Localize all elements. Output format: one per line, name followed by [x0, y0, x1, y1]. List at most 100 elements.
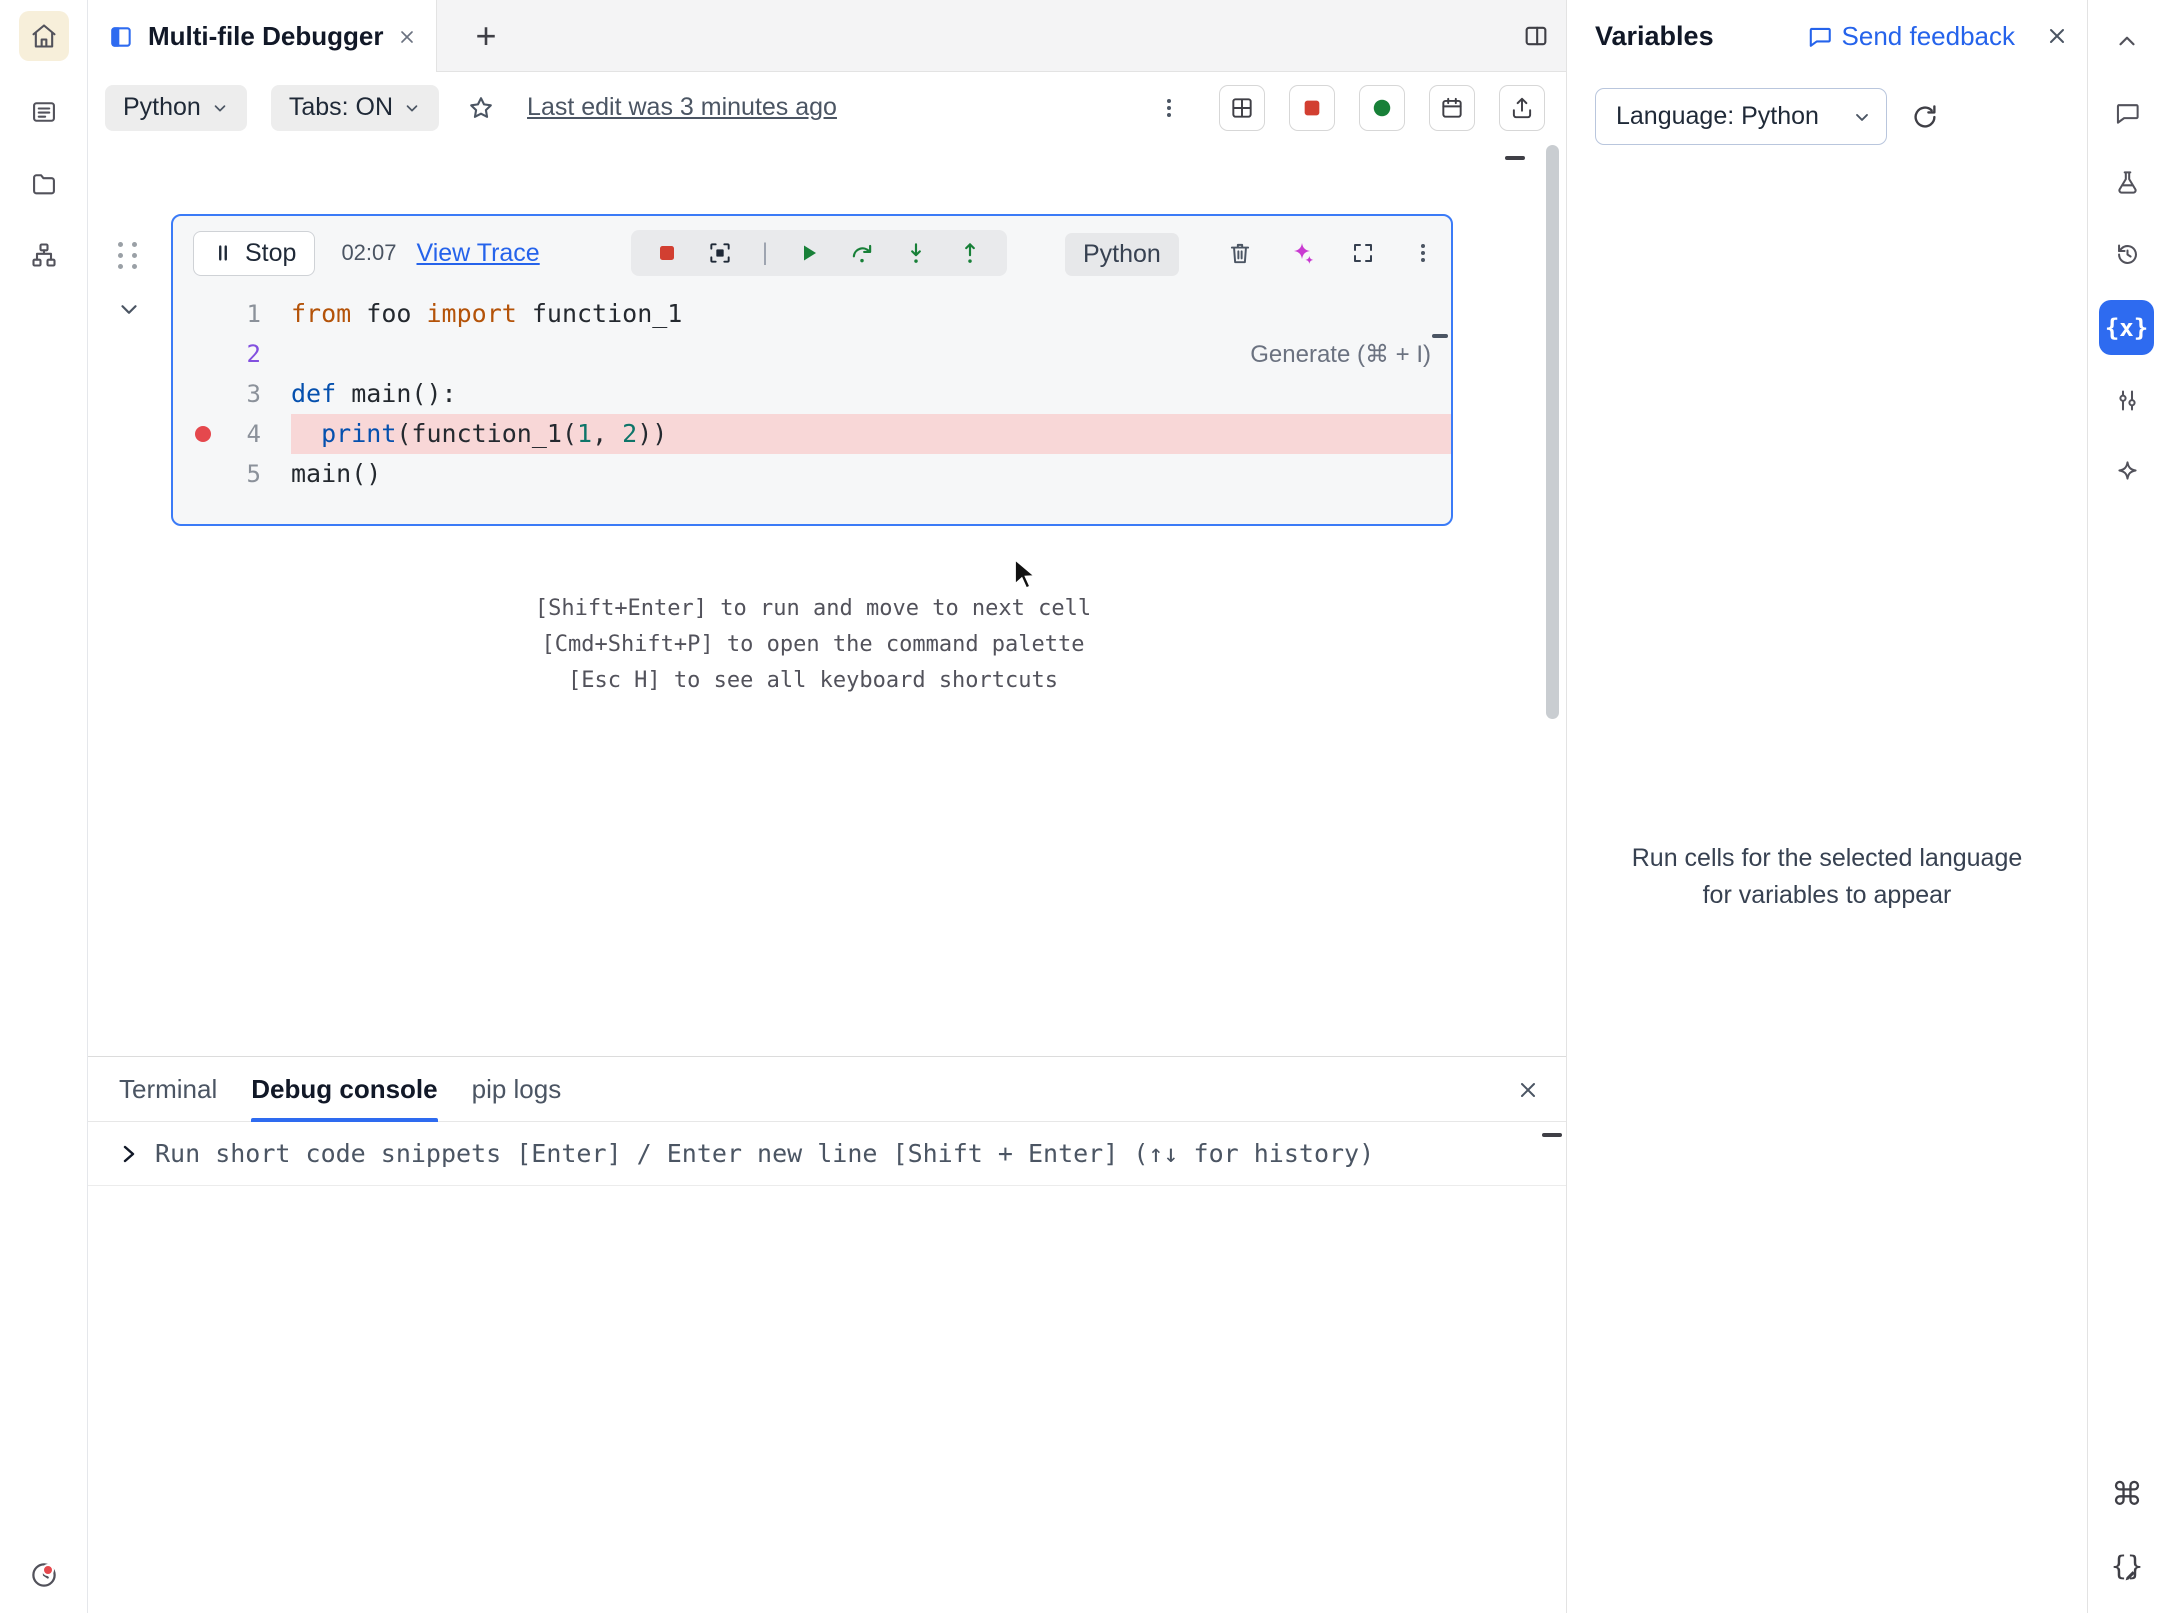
stop-kernel-button[interactable] — [1289, 85, 1335, 131]
vertical-scrollbar[interactable] — [1546, 145, 1559, 719]
grid-icon — [1229, 95, 1255, 121]
notebook-list-button[interactable] — [22, 90, 66, 134]
code-line[interactable]: 4 print(function_1(1, 2)) — [173, 414, 1451, 454]
new-tab-button[interactable]: + — [460, 0, 512, 72]
ai-assistant-button[interactable] — [2103, 448, 2151, 496]
integrations-button[interactable] — [22, 233, 66, 277]
fullscreen-icon[interactable] — [1351, 241, 1375, 265]
collapse-panel-button[interactable] — [2103, 17, 2151, 65]
tab-close-icon[interactable] — [397, 27, 417, 47]
console-scrollbar-dash[interactable] — [1542, 1133, 1562, 1137]
comments-button[interactable] — [2103, 88, 2151, 136]
last-edit-link[interactable]: Last edit was 3 minutes ago — [527, 93, 837, 122]
notification-dot — [42, 1564, 54, 1576]
notebook-icon — [108, 24, 134, 50]
share-button[interactable] — [1499, 85, 1545, 131]
hint-line: [Cmd+Shift+P] to open the command palett… — [88, 627, 1538, 663]
toggle-side-panel-button[interactable] — [1522, 0, 1550, 72]
line-number: 5 — [211, 454, 291, 494]
variables-empty-message: Run cells for the selected language for … — [1567, 840, 2087, 914]
upload-icon — [1509, 95, 1535, 121]
tabs-toggle-dropdown[interactable]: Tabs: ON — [271, 85, 439, 131]
bottom-panel: Terminal Debug console pip logs Run shor… — [88, 1056, 1566, 1613]
breakpoint-dot[interactable] — [195, 426, 211, 442]
stop-button-label: Stop — [245, 239, 296, 268]
continue-play-icon[interactable] — [797, 241, 821, 265]
step-over-icon[interactable] — [849, 240, 875, 266]
recent-history-button[interactable] — [22, 1553, 66, 1597]
tabs-toggle-label: Tabs: ON — [289, 93, 393, 122]
tab-multi-file-debugger[interactable]: Multi-file Debugger — [88, 0, 437, 73]
focus-breakpoint-icon[interactable] — [707, 240, 733, 266]
code-line[interactable]: 5main() — [173, 454, 1451, 494]
app-window: Multi-file Debugger + Python Tabs: ON — [0, 0, 2164, 1613]
empty-message-line: for variables to appear — [1567, 877, 2087, 914]
breakpoint-slot[interactable] — [195, 346, 211, 362]
variables-panel: Variables Send feedback Language: Python… — [1566, 0, 2087, 1613]
experiments-button[interactable] — [2103, 158, 2151, 206]
more-options-icon[interactable] — [1157, 96, 1181, 120]
code-text[interactable]: from foo import function_1 — [291, 294, 1451, 334]
cell-drag-handle[interactable] — [118, 242, 140, 269]
debug-console-input[interactable]: Run short code snippets [Enter] / Enter … — [88, 1122, 1566, 1186]
code-line[interactable]: 1from foo import function_1 — [173, 294, 1451, 334]
tab-pip-logs[interactable]: pip logs — [472, 1057, 562, 1122]
cell-collapse-chevron-icon[interactable] — [116, 296, 142, 322]
refresh-variables-button[interactable] — [1910, 102, 1940, 132]
favorite-button[interactable] — [467, 94, 495, 122]
hint-line: [Shift+Enter] to run and move to next ce… — [88, 591, 1538, 627]
language-dropdown[interactable]: Python — [105, 85, 247, 131]
step-out-icon[interactable] — [957, 240, 983, 266]
tab-strip: Multi-file Debugger + — [88, 0, 1566, 72]
feedback-label: Send feedback — [1842, 21, 2015, 52]
code-line[interactable]: 3def main(): — [173, 374, 1451, 414]
content-scrollbar-dash[interactable] — [1505, 156, 1525, 160]
files-button[interactable] — [22, 162, 66, 206]
folder-icon — [30, 170, 58, 198]
close-bottom-panel-icon[interactable] — [1516, 1057, 1540, 1122]
cell-more-options-icon[interactable] — [1411, 241, 1435, 265]
code-cell[interactable]: Stop 02:07 View Trace | — [171, 214, 1453, 526]
ai-sparkle-icon[interactable] — [1289, 240, 1315, 266]
language-dropdown-label: Python — [123, 93, 201, 122]
format-code-button[interactable]: {} — [2103, 1542, 2151, 1590]
settings-sliders-button[interactable] — [2103, 376, 2151, 424]
breakpoint-slot[interactable] — [195, 466, 211, 482]
calendar-icon — [1439, 95, 1465, 121]
view-trace-link[interactable]: View Trace — [417, 239, 540, 268]
cell-language-chip[interactable]: Python — [1065, 233, 1179, 276]
close-variables-panel-icon[interactable] — [2045, 0, 2069, 72]
divider: | — [761, 239, 769, 267]
code-text[interactable]: print(function_1(1, 2)) — [291, 414, 1451, 454]
panel-title: Variables — [1595, 0, 1714, 72]
command-palette-button[interactable]: ⌘ — [2103, 1470, 2151, 1518]
chevron-down-icon — [403, 99, 421, 117]
bottom-panel-tabs: Terminal Debug console pip logs — [88, 1057, 1566, 1122]
code-text[interactable]: def main(): — [291, 374, 1451, 414]
schedule-button[interactable] — [1429, 85, 1475, 131]
generate-hint[interactable]: Generate (⌘ + I) — [1250, 340, 1431, 369]
send-feedback-link[interactable]: Send feedback — [1807, 0, 2015, 72]
home-button[interactable] — [19, 11, 69, 61]
breakpoint-slot[interactable] — [195, 306, 211, 322]
variables-language-select[interactable]: Language: Python — [1595, 88, 1887, 145]
tab-terminal[interactable]: Terminal — [119, 1057, 217, 1122]
keyboard-hints: [Shift+Enter] to run and move to next ce… — [88, 591, 1538, 699]
stop-debug-button[interactable]: Stop — [193, 231, 315, 276]
step-into-icon[interactable] — [903, 240, 929, 266]
console-placeholder: Run short code snippets [Enter] / Enter … — [155, 1139, 1374, 1168]
kernel-status-button[interactable] — [1359, 85, 1405, 131]
cell-scrollbar-dash[interactable] — [1432, 334, 1448, 338]
variables-tab-button[interactable]: {x} — [2099, 300, 2154, 355]
list-icon — [30, 98, 58, 126]
star-icon — [467, 94, 495, 122]
breakpoint-slot[interactable] — [195, 386, 211, 402]
debug-stop-icon[interactable] — [655, 241, 679, 265]
delete-cell-icon[interactable] — [1227, 240, 1253, 266]
code-text[interactable]: main() — [291, 454, 1451, 494]
history-button[interactable] — [2103, 230, 2151, 278]
tab-title: Multi-file Debugger — [148, 21, 383, 52]
debug-timer: 02:07 — [341, 240, 396, 266]
layout-grid-button[interactable] — [1219, 85, 1265, 131]
tab-debug-console[interactable]: Debug console — [251, 1057, 437, 1122]
